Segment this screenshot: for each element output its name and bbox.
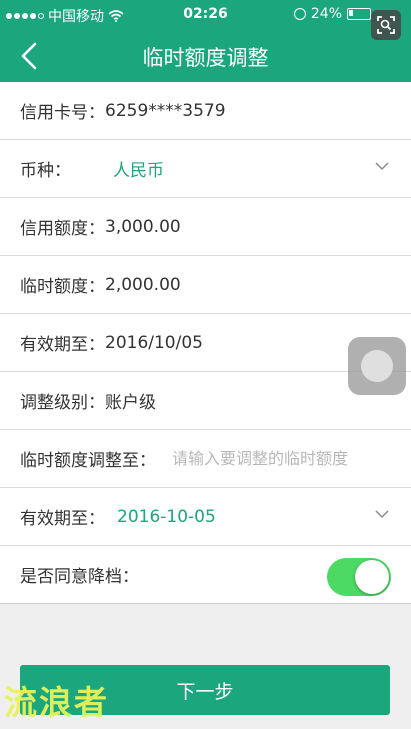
currency-value: 人民币 [113, 161, 164, 181]
temp-limit-label: 临时额度： [20, 277, 105, 297]
chevron-down-icon [375, 510, 389, 519]
toggle-knob [355, 560, 389, 594]
battery-icon [347, 8, 371, 20]
page-title: 临时额度调整 [142, 46, 269, 70]
card-number-value: 6259****3579 [105, 100, 226, 121]
credit-limit-label: 信用额度： [20, 219, 105, 239]
adjust-to-input[interactable] [172, 449, 372, 468]
downgrade-row: 是否同意降档： [0, 546, 411, 604]
currency-select[interactable]: 币种： 人民币 [0, 140, 411, 198]
adjust-level-label: 调整级别： [20, 393, 105, 413]
new-valid-until-label: 有效期至： [20, 509, 105, 529]
nav-bar: 临时额度调整 [0, 30, 411, 82]
temp-limit-row: 临时额度： 2,000.00 [0, 256, 411, 314]
valid-until-value: 2016/10/05 [105, 332, 203, 353]
credit-limit-row: 信用额度： 3,000.00 [0, 198, 411, 256]
assistive-touch-icon [361, 350, 393, 382]
adjust-to-row: 临时额度调整至： [0, 430, 411, 488]
card-number-label: 信用卡号： [20, 103, 105, 123]
watermark: 流浪者 [4, 683, 109, 722]
downgrade-toggle[interactable] [327, 558, 391, 596]
temp-limit-value: 2,000.00 [105, 274, 181, 295]
battery-percent: 24% [310, 6, 342, 22]
assistive-touch-button[interactable] [348, 337, 406, 395]
card-number-row: 信用卡号： 6259****3579 [0, 82, 411, 140]
rotation-lock-icon [293, 8, 306, 20]
status-bar: 中国移动 02:26 24% [0, 0, 411, 30]
scan-button[interactable] [371, 10, 401, 40]
chevron-down-icon [375, 162, 389, 171]
new-valid-until-value: 2016-10-05 [117, 506, 216, 527]
status-right: 24% [293, 6, 371, 22]
valid-until-label: 有效期至： [20, 335, 105, 355]
downgrade-label: 是否同意降档： [20, 567, 139, 587]
credit-limit-value: 3,000.00 [105, 216, 181, 237]
battery-level [349, 10, 353, 16]
new-valid-until-select[interactable]: 有效期至： 2016-10-05 [0, 488, 411, 546]
currency-label: 币种： [20, 161, 71, 181]
scan-icon [377, 16, 395, 34]
adjust-level-value: 账户级 [105, 393, 156, 413]
adjust-to-label: 临时额度调整至： [20, 451, 156, 471]
